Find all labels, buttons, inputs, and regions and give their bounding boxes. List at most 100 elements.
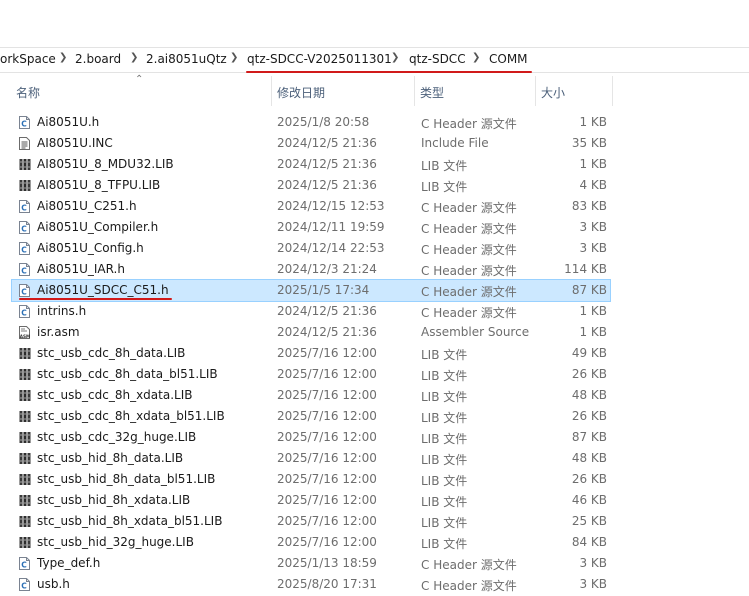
column-divider[interactable] bbox=[535, 76, 536, 106]
svg-text:C: C bbox=[21, 582, 27, 591]
file-type: C Header 源文件 bbox=[421, 243, 517, 257]
file-type: C Header 源文件 bbox=[421, 222, 517, 236]
svg-text:C: C bbox=[21, 309, 27, 318]
file-date: 2025/7/16 12:00 bbox=[277, 367, 377, 381]
file-name: AI8051U_8_TFPU.LIB bbox=[37, 178, 161, 192]
lib-file-icon bbox=[19, 389, 31, 402]
c-header-icon: C bbox=[19, 200, 30, 213]
file-size: 35 KB bbox=[571, 136, 607, 150]
file-name: Ai8051U.h bbox=[37, 115, 100, 129]
file-row[interactable]: Cintrins.h 2024/12/5 21:36 C Header 源文件 1 K… bbox=[12, 301, 610, 322]
chevron-right-icon[interactable]: ❯ bbox=[391, 52, 399, 63]
file-row[interactable]: stc_usb_hid_8h_data_bl51.LIB 2025/7/16 12… bbox=[12, 469, 610, 490]
file-date: 2024/12/3 21:24 bbox=[277, 262, 377, 276]
file-type: LIB 文件 bbox=[421, 369, 468, 383]
file-row[interactable]: stc_usb_cdc_8h_data.LIB 2025/7/16 12:00 LI… bbox=[12, 343, 610, 364]
column-divider[interactable] bbox=[414, 76, 415, 106]
lib-file-icon bbox=[19, 158, 31, 171]
file-name: Ai8051U_C251.h bbox=[37, 199, 137, 213]
file-name: stc_usb_cdc_32g_huge.LIB bbox=[37, 430, 197, 444]
file-name: stc_usb_cdc_8h_xdata_bl51.LIB bbox=[37, 409, 225, 423]
breadcrumb-qtz-sdcc[interactable]: qtz-SDCC bbox=[409, 52, 466, 66]
annotation-underline-path bbox=[246, 71, 532, 73]
file-type: C Header 源文件 bbox=[421, 117, 517, 131]
file-row[interactable]: C Ai8051U_IAR.h 2024/12/3 21:24 C Header 源文… bbox=[12, 259, 610, 280]
file-row[interactable]: stc_usb_cdc_8h_xdata.LIB 2025/7/16 12:00 L… bbox=[12, 385, 610, 406]
file-size: 26 KB bbox=[571, 367, 607, 381]
file-type: LIB 文件 bbox=[421, 348, 468, 362]
file-type: C Header 源文件 bbox=[421, 264, 517, 278]
file-row[interactable]: stc_usb_hid_8h_xdata_bl51.LIB 2025/7/16 1… bbox=[12, 511, 610, 532]
chevron-right-icon[interactable]: ❯ bbox=[130, 52, 138, 63]
file-type: LIB 文件 bbox=[421, 495, 468, 509]
lib-file-icon bbox=[19, 473, 31, 486]
file-row[interactable]: AI8051U_8_TFPU.LIB 2024/12/5 21:36 LIB 文件 4… bbox=[12, 175, 610, 196]
breadcrumb-comm[interactable]: COMM bbox=[489, 52, 528, 66]
file-type: LIB 文件 bbox=[421, 453, 468, 467]
column-date-header[interactable]: 修改日期 bbox=[277, 84, 325, 101]
file-name: stc_usb_hid_8h_xdata.LIB bbox=[37, 493, 191, 507]
file-type: LIB 文件 bbox=[421, 411, 468, 425]
file-row[interactable]: AI8051U_8_MDU32.LIB 2024/12/5 21:36 LIB 文件… bbox=[12, 154, 610, 175]
file-row[interactable]: stc_usb_hid_8h_xdata.LIB 2025/7/16 12:00 L… bbox=[12, 490, 610, 511]
file-row[interactable]: C Ai8051U_Compiler.h 2024/12/11 19:59 C Hea… bbox=[12, 217, 610, 238]
c-header-icon: C bbox=[19, 263, 30, 276]
file-name: stc_usb_cdc_8h_xdata.LIB bbox=[37, 388, 193, 402]
file-row[interactable]: stc_usb_cdc_8h_xdata_bl51.LIB 2025/7/16 1… bbox=[12, 406, 610, 427]
chevron-right-icon[interactable]: ❯ bbox=[230, 52, 238, 63]
file-name: Ai8051U_IAR.h bbox=[37, 262, 125, 276]
file-row[interactable]: stc_usb_cdc_32g_huge.LIB 2025/7/16 12:00 L… bbox=[12, 427, 610, 448]
file-size: 3 KB bbox=[579, 220, 607, 234]
file-type: LIB 文件 bbox=[421, 180, 468, 194]
file-date: 2025/7/16 12:00 bbox=[277, 451, 377, 465]
file-size: 1 KB bbox=[579, 157, 607, 171]
chevron-right-icon[interactable]: ❯ bbox=[59, 52, 67, 63]
file-date: 2024/12/11 19:59 bbox=[277, 220, 385, 234]
chevron-right-icon[interactable]: ❯ bbox=[472, 52, 480, 63]
file-size: 4 KB bbox=[579, 178, 607, 192]
file-row[interactable]: stc_usb_hid_32g_huge.LIB 2025/7/16 12:00 L… bbox=[12, 532, 610, 553]
file-size: 1 KB bbox=[579, 115, 607, 129]
file-row[interactable]: stc_usb_cdc_8h_data_bl51.LIB 2025/7/16 12… bbox=[12, 364, 610, 385]
file-type: C Header 源文件 bbox=[421, 558, 517, 572]
file-date: 2025/8/20 17:31 bbox=[277, 577, 377, 591]
address-bar[interactable]: orkSpace ❯ 2.board ❯ 2.ai8051uQtz ❯ qtz-… bbox=[0, 47, 749, 73]
breadcrumb-board[interactable]: 2.board bbox=[75, 52, 121, 66]
column-divider[interactable] bbox=[612, 76, 613, 106]
file-size: 46 KB bbox=[571, 493, 607, 507]
file-name: intrins.h bbox=[37, 304, 87, 318]
file-name: AI8051U.INC bbox=[37, 136, 113, 150]
file-row[interactable]: ASM isr.asm 2024/12/5 21:36 Assembler Sourc… bbox=[12, 322, 610, 343]
breadcrumb-ai8051uqtz[interactable]: 2.ai8051uQtz bbox=[146, 52, 227, 66]
file-name: Type_def.h bbox=[37, 556, 101, 570]
file-size: 3 KB bbox=[579, 577, 607, 591]
column-size-header[interactable]: 大小 bbox=[541, 84, 565, 101]
file-type: LIB 文件 bbox=[421, 432, 468, 446]
breadcrumb-workspace[interactable]: orkSpace bbox=[0, 52, 56, 66]
column-name-header[interactable]: 名称 bbox=[16, 84, 40, 101]
c-header-icon: C bbox=[19, 305, 30, 318]
c-header-icon: C bbox=[19, 557, 30, 570]
file-date: 2024/12/5 21:36 bbox=[277, 325, 377, 339]
file-name: Ai8051U_Config.h bbox=[37, 241, 144, 255]
file-row[interactable]: C Ai8051U_Config.h 2024/12/14 22:53 C Heade… bbox=[12, 238, 610, 259]
column-divider[interactable] bbox=[271, 76, 272, 106]
file-row[interactable]: C Ai8051U_C251.h 2024/12/15 12:53 C Header … bbox=[12, 196, 610, 217]
svg-text:C: C bbox=[21, 267, 27, 276]
breadcrumb-qtz-sdcc-version[interactable]: qtz-SDCC-V2025011301 bbox=[247, 52, 392, 66]
file-row[interactable]: Cusb.h 2025/8/20 17:31 C Header 源文件 3 KB bbox=[12, 574, 610, 595]
file-size: 48 KB bbox=[571, 388, 607, 402]
file-date: 2025/7/16 12:00 bbox=[277, 430, 377, 444]
column-type-header[interactable]: 类型 bbox=[420, 84, 444, 101]
lib-file-icon bbox=[19, 347, 31, 360]
file-row[interactable]: stc_usb_hid_8h_data.LIB 2025/7/16 12:00 LI… bbox=[12, 448, 610, 469]
lib-file-icon bbox=[19, 410, 31, 423]
file-size: 3 KB bbox=[579, 241, 607, 255]
file-date: 2024/12/14 22:53 bbox=[277, 241, 385, 255]
file-name: usb.h bbox=[37, 577, 70, 591]
file-date: 2024/12/5 21:36 bbox=[277, 136, 377, 150]
file-row[interactable]: C Ai8051U.h 2025/1/8 20:58 C Header 源文件 1 KB bbox=[12, 112, 610, 133]
file-row[interactable]: C Type_def.h 2025/1/13 18:59 C Header 源文件 3 … bbox=[12, 553, 610, 574]
file-row[interactable]: AI8051U.INC 2024/12/5 21:36 Include File 35… bbox=[12, 133, 610, 154]
file-size: 25 KB bbox=[571, 514, 607, 528]
